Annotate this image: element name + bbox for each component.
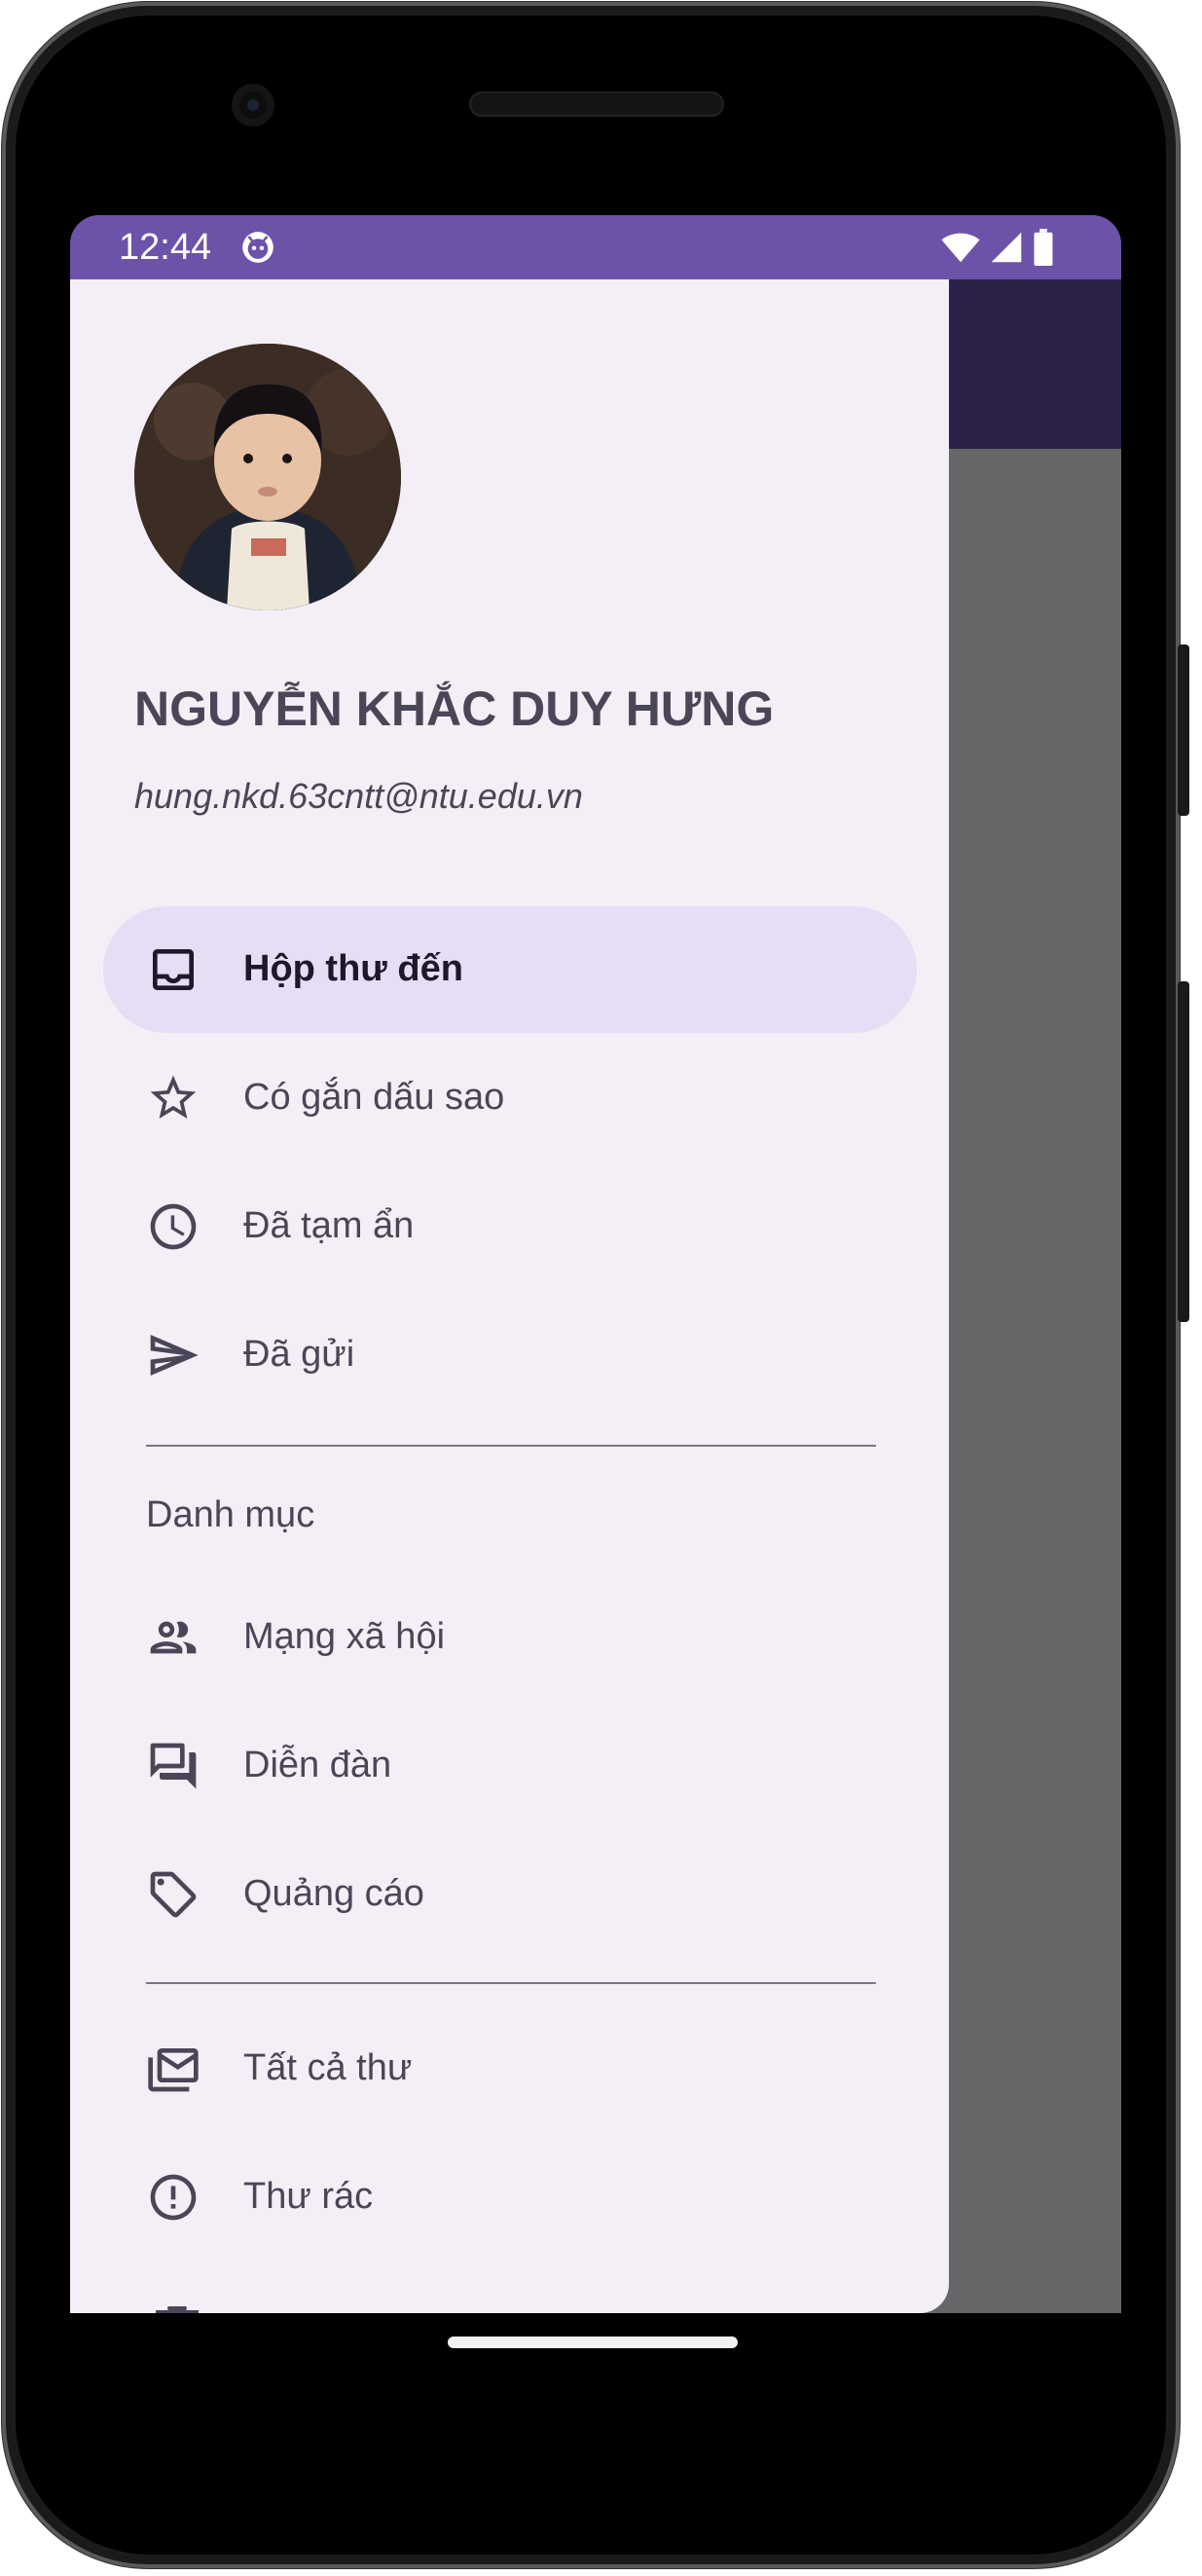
status-time: 12:44 [119, 227, 212, 268]
user-email: hung.nkd.63cntt@ntu.edu.vn [134, 776, 583, 816]
clock-icon [150, 1203, 197, 1250]
send-icon [150, 1335, 199, 1376]
volume-button [1178, 981, 1189, 1322]
navigation-drawer: NGUYỄN KHẮC DUY HƯNG hung.nkd.63cntt@ntu… [70, 279, 949, 2313]
inbox-icon [153, 949, 194, 990]
nav-item-label: Thư rác [243, 2176, 374, 2217]
nav-item-starred[interactable]: Có gắn dấu sao [103, 1035, 917, 1161]
nav-item-inbox[interactable]: Hộp thư đến [103, 906, 917, 1033]
partial-trash-icon [156, 2306, 199, 2313]
nav-item-label: Đã tạm ẩn [243, 1205, 415, 1246]
avatar-photo [134, 344, 401, 610]
nav-item-label: Diễn đàn [243, 1745, 392, 1785]
nav-item-label: Mạng xã hội [243, 1616, 446, 1657]
nav-item-label: Quảng cáo [243, 1873, 424, 1914]
home-indicator[interactable] [448, 2337, 738, 2348]
nav-item-label: Tất cả thư [243, 2047, 413, 2088]
people-icon [150, 1621, 197, 1654]
nav-item-spam[interactable]: Thư rác [103, 2134, 917, 2261]
avatar[interactable] [134, 344, 401, 610]
nav-item-all-mail[interactable]: Tất cả thư [103, 2006, 917, 2132]
all-mail-icon [148, 2048, 199, 2092]
nav-item-label: Đã gửi [243, 1334, 355, 1375]
wifi-icon [941, 233, 980, 263]
divider [146, 1982, 876, 1984]
nav-item-sent[interactable]: Đã gửi [103, 1292, 917, 1418]
front-camera [232, 84, 274, 127]
spam-icon [150, 2174, 197, 2221]
status-icons [940, 229, 1055, 266]
debug-app-icon [242, 232, 273, 263]
star-icon [150, 1075, 197, 1119]
cell-signal-icon [991, 232, 1022, 263]
power-button [1178, 644, 1189, 816]
nav-item-label: Hộp thư đến [243, 948, 463, 989]
battery-icon [1034, 229, 1053, 266]
phone-frame: 12:44 NGUYỄN KHẮC DUY HƯNG hung.nkd.63cn… [2, 2, 1189, 2568]
nav-item-social[interactable]: Mạng xã hội [103, 1574, 917, 1701]
section-title-categories: Danh mục [146, 1494, 315, 1535]
forum-icon [150, 1743, 197, 1789]
nav-item-forums[interactable]: Diễn đàn [103, 1703, 917, 1829]
earpiece-speaker [469, 92, 724, 117]
tag-icon [150, 1871, 197, 1918]
nav-item-label: Có gắn dấu sao [243, 1077, 505, 1118]
device-screen: 12:44 NGUYỄN KHẮC DUY HƯNG hung.nkd.63cn… [70, 215, 1121, 2313]
nav-item-snoozed[interactable]: Đã tạm ẩn [103, 1163, 917, 1290]
user-name: NGUYỄN KHẮC DUY HƯNG [134, 681, 775, 736]
divider [146, 1445, 876, 1447]
status-bar: 12:44 [70, 215, 1121, 279]
nav-item-promotions[interactable]: Quảng cáo [103, 1831, 917, 1958]
